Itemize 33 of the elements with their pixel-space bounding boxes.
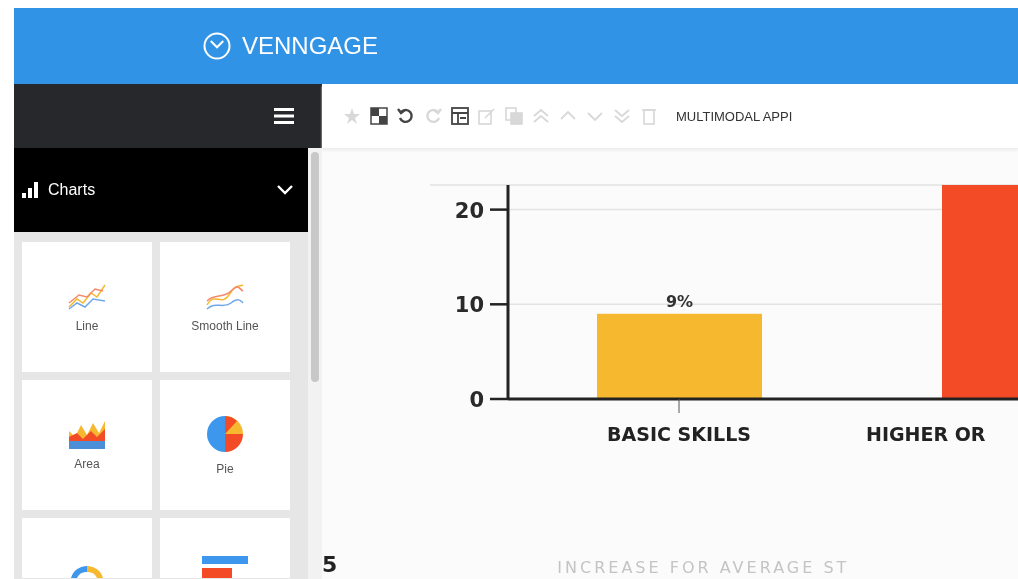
tile-label: Area [74,457,100,471]
chart-type-tile[interactable]: Area [22,380,152,510]
chart-type-tile[interactable] [22,518,152,578]
checker-icon[interactable] [369,106,389,126]
undo-icon[interactable] [396,106,416,126]
y-tick-label: 0 [469,388,484,412]
tile-label: Smooth Line [191,319,259,333]
tile-label: Line [75,319,99,333]
chart-type-tile[interactable]: Pie [160,380,290,510]
section-label: Charts [48,181,97,199]
clock-logo-icon [202,31,232,61]
y-tick-label: 10 [454,293,484,318]
smooth-line-chart-icon [205,281,245,311]
y-tick-label: 20 [454,198,484,223]
chart-type-tile[interactable] [160,518,290,578]
heading-text: 5 [322,552,338,577]
category-label: HIGHER OR [866,423,986,445]
layout-icon[interactable] [450,106,470,126]
document-title: MULTIMODAL APPI [676,108,793,124]
chevron-icon [276,184,294,196]
logo-text: VENNGAGE [242,32,379,60]
pie-chart-icon [205,414,245,454]
tile-label: Pie [216,462,234,476]
menu-icon[interactable] [274,107,294,125]
chart-type-tile[interactable]: Line [22,242,152,372]
value-label: 9% [665,291,694,311]
scrollbar[interactable] [308,148,322,579]
charts-section-header[interactable]: Charts [14,148,308,232]
category-label: BASIC SKILLS [607,423,751,445]
area-chart-icon [67,419,107,449]
bar-chart-icon [22,182,38,198]
bar-chart-type-icon [202,556,248,578]
chart-type-tile[interactable]: Smooth Line [160,242,290,372]
